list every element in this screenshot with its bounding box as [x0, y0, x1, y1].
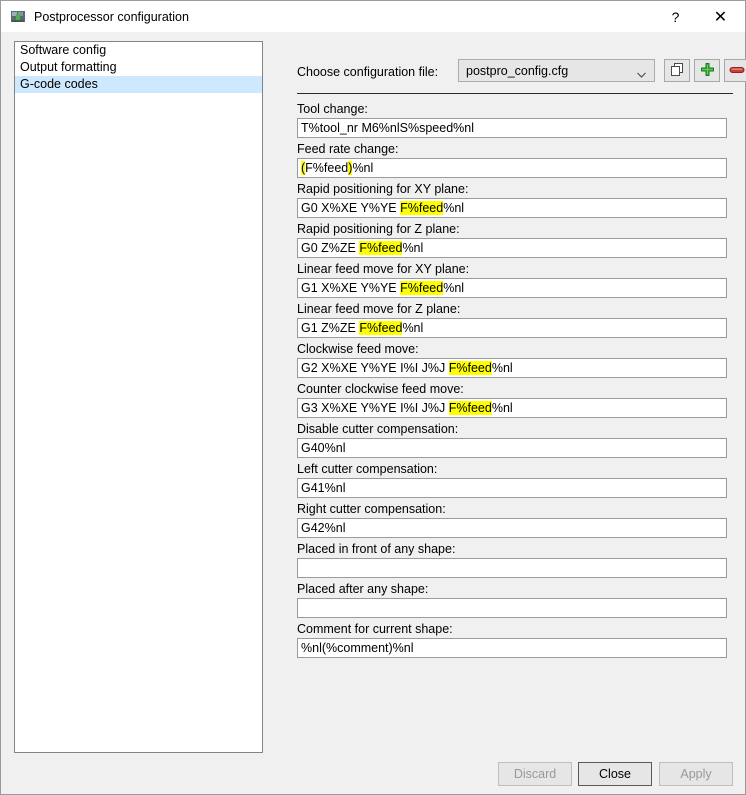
- field-text: %nl: [402, 321, 424, 335]
- field-row: Disable cutter compensation: G40%nl: [297, 421, 733, 458]
- discard-button[interactable]: Discard: [498, 762, 572, 786]
- field-input[interactable]: G0 Z%ZE F%feed %nl: [297, 238, 727, 258]
- field-input[interactable]: G2 X%XE Y%YE I%I J%J F%feed %nl: [297, 358, 727, 378]
- field-row: Counter clockwise feed move: G3 X%XE Y%YE…: [297, 381, 733, 418]
- field-text: %nl: [491, 401, 513, 415]
- field-list: Tool change: T%tool_nr M6%nlS%speed%nl Fee…: [297, 101, 733, 661]
- field-label: Comment for current shape:: [297, 622, 453, 636]
- field-input[interactable]: G1 X%XE Y%YE F%feed %nl: [297, 278, 727, 298]
- field-text: G2 X%XE Y%YE I%I J%J: [301, 361, 449, 375]
- field-text: T%tool_nr M6%nlS%speed%nl: [301, 121, 475, 135]
- field-label: Rapid positioning for Z plane:: [297, 222, 460, 236]
- field-input[interactable]: G3 X%XE Y%YE I%I J%J F%feed %nl: [297, 398, 727, 418]
- configuration-file-row: Choose configuration file: postpro_confi…: [297, 59, 746, 85]
- sidebar-item-output-formatting[interactable]: Output formatting: [15, 59, 262, 76]
- field-row: Linear feed move for Z plane: G1 Z%ZE F%f…: [297, 301, 733, 338]
- field-input[interactable]: G0 X%XE Y%YE F%feed %nl: [297, 198, 727, 218]
- field-label: Right cutter compensation:: [297, 502, 446, 516]
- highlighted-token: F%feed: [359, 241, 403, 255]
- field-row: Right cutter compensation: G42%nl: [297, 501, 733, 538]
- highlighted-token: F%feed: [400, 281, 444, 295]
- field-row: Rapid positioning for Z plane: G0 Z%ZE F%…: [297, 221, 733, 258]
- configuration-file-label: Choose configuration file:: [297, 65, 439, 79]
- field-input[interactable]: [297, 598, 727, 618]
- field-text: %nl: [443, 281, 465, 295]
- field-text: G0 Z%ZE: [301, 241, 360, 255]
- field-input[interactable]: G41%nl: [297, 478, 727, 498]
- field-input[interactable]: %nl(%comment)%nl: [297, 638, 727, 658]
- field-text: %nl: [443, 201, 465, 215]
- field-input[interactable]: G42%nl: [297, 518, 727, 538]
- highlighted-token: F%feed: [448, 401, 492, 415]
- highlighted-token: F%feed: [359, 321, 403, 335]
- apply-button[interactable]: Apply: [659, 762, 733, 786]
- configuration-file-value: postpro_config.cfg: [466, 63, 569, 78]
- field-input[interactable]: G1 Z%ZE F%feed %nl: [297, 318, 727, 338]
- field-text: %nl: [402, 241, 424, 255]
- field-label: Placed after any shape:: [297, 582, 429, 596]
- field-input[interactable]: (F%feed) %nl: [297, 158, 727, 178]
- dialog-footer: Discard Close Apply: [1, 759, 746, 795]
- section-divider: [297, 93, 733, 94]
- field-label: Rapid positioning for XY plane:: [297, 182, 469, 196]
- field-row: Rapid positioning for XY plane: G0 X%XE Y…: [297, 181, 733, 218]
- plus-icon: [700, 62, 715, 80]
- field-text: G41%nl: [301, 481, 346, 495]
- field-row: Tool change: T%tool_nr M6%nlS%speed%nl: [297, 101, 733, 138]
- field-label: Feed rate change:: [297, 142, 399, 156]
- field-row: Feed rate change: (F%feed) %nl: [297, 141, 733, 178]
- field-row: Comment for current shape: %nl(%comment)%…: [297, 621, 733, 658]
- highlighted-token: F%feed: [400, 201, 444, 215]
- field-label: Linear feed move for XY plane:: [297, 262, 470, 276]
- field-text: G1 Z%ZE: [301, 321, 360, 335]
- close-button[interactable]: Close: [578, 762, 652, 786]
- close-icon[interactable]: ✕: [698, 1, 743, 32]
- category-list[interactable]: Software config Output formatting G-code…: [14, 41, 263, 753]
- field-text: G1 X%XE Y%YE: [301, 281, 401, 295]
- field-label: Left cutter compensation:: [297, 462, 438, 476]
- field-input[interactable]: T%tool_nr M6%nlS%speed%nl: [297, 118, 727, 138]
- field-row: Left cutter compensation: G41%nl: [297, 461, 733, 498]
- field-row: Clockwise feed move: G2 X%XE Y%YE I%I J%J…: [297, 341, 733, 378]
- app-icon: [10, 9, 26, 25]
- field-input[interactable]: [297, 558, 727, 578]
- add-configuration-button[interactable]: [694, 59, 720, 82]
- field-row: Placed in front of any shape:: [297, 541, 733, 578]
- field-text: G3 X%XE Y%YE I%I J%J: [301, 401, 449, 415]
- field-text: %nl(%comment)%nl: [301, 641, 414, 655]
- copy-icon: [670, 62, 685, 80]
- field-label: Placed in front of any shape:: [297, 542, 456, 556]
- minus-icon: [729, 64, 745, 78]
- highlighted-token: F%feed: [448, 361, 492, 375]
- field-label: Counter clockwise feed move:: [297, 382, 464, 396]
- window-title: Postprocessor configuration: [34, 9, 189, 24]
- field-text: G0 X%XE Y%YE: [301, 201, 401, 215]
- field-row: Placed after any shape:: [297, 581, 733, 618]
- help-button[interactable]: ?: [653, 1, 698, 32]
- field-input[interactable]: G40%nl: [297, 438, 727, 458]
- postprocessor-configuration-window: Postprocessor configuration ? ✕ Software…: [0, 0, 746, 795]
- field-label: Tool change:: [297, 102, 368, 116]
- remove-configuration-button[interactable]: [724, 59, 746, 82]
- field-text: F%feed: [305, 161, 349, 175]
- sidebar-item-software-config[interactable]: Software config: [15, 42, 262, 59]
- configuration-panel: Choose configuration file: postpro_confi…: [281, 37, 746, 753]
- field-label: Clockwise feed move:: [297, 342, 419, 356]
- title-bar: Postprocessor configuration ? ✕: [1, 1, 745, 32]
- chevron-down-icon: [637, 67, 646, 78]
- field-text: %nl: [352, 161, 374, 175]
- field-label: Linear feed move for Z plane:: [297, 302, 461, 316]
- field-label: Disable cutter compensation:: [297, 422, 459, 436]
- field-text: G42%nl: [301, 521, 346, 535]
- duplicate-configuration-button[interactable]: [664, 59, 690, 82]
- sidebar-item-g-code-codes[interactable]: G-code codes: [15, 76, 262, 93]
- configuration-file-select[interactable]: postpro_config.cfg: [458, 59, 655, 82]
- field-row: Linear feed move for XY plane: G1 X%XE Y%…: [297, 261, 733, 298]
- field-text: %nl: [491, 361, 513, 375]
- field-text: G40%nl: [301, 441, 346, 455]
